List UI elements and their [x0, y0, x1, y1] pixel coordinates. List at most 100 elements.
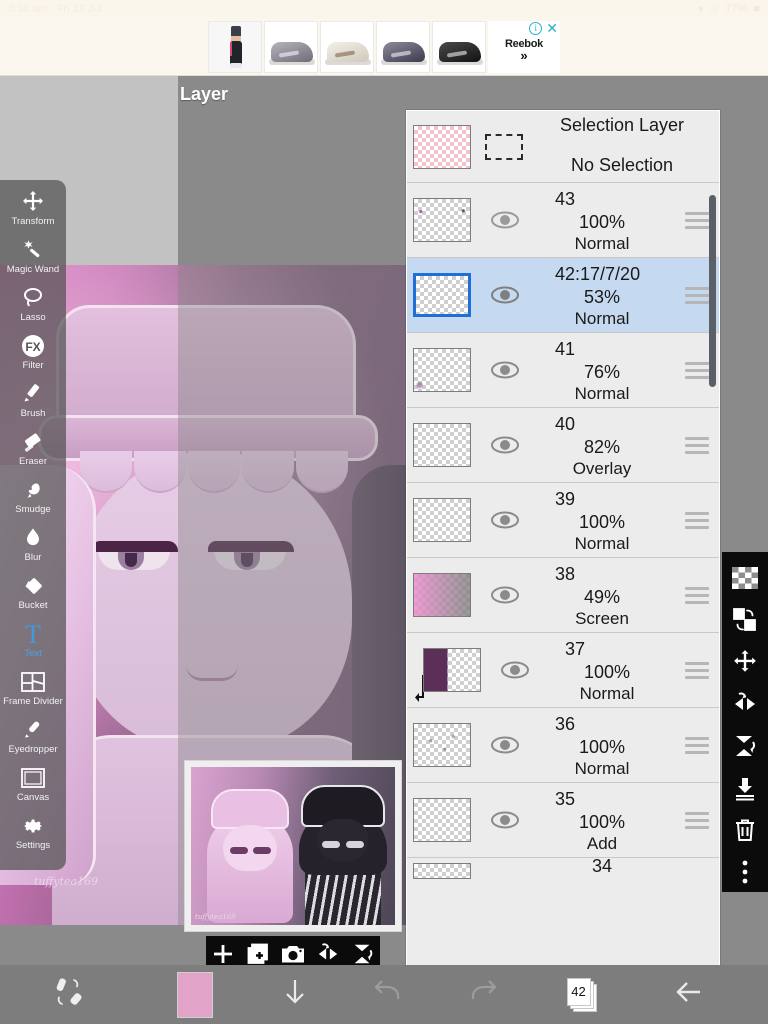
- redo-button[interactable]: [435, 965, 530, 1024]
- tool-filter[interactable]: FX Filter: [0, 330, 66, 378]
- tool-settings[interactable]: Settings: [0, 810, 66, 858]
- bottom-toolbar[interactable]: 42: [0, 965, 768, 1024]
- tool-smudge[interactable]: Smudge: [0, 474, 66, 522]
- ad-tile-shoe-cream[interactable]: [320, 20, 374, 73]
- layer-thumbnail[interactable]: [413, 198, 471, 242]
- table-row[interactable]: 36 100% Normal: [407, 708, 719, 783]
- tool-eyedropper[interactable]: Eyedropper: [0, 714, 66, 762]
- layer-visibility-toggle[interactable]: [483, 735, 527, 755]
- status-bar-right: ⏸ ☉ 77% ■: [698, 3, 760, 16]
- layer-thumbnail[interactable]: [413, 723, 471, 767]
- table-row[interactable]: 35 100% Add: [407, 783, 719, 858]
- canvas-icon: [20, 765, 46, 791]
- ad-tile-shoe-navy[interactable]: [376, 20, 430, 73]
- layer-thumbnail[interactable]: [413, 348, 471, 392]
- layer-opacity: 49%: [583, 587, 621, 607]
- layer-thumbnail[interactable]: [413, 863, 471, 879]
- eraser-icon: [21, 429, 45, 455]
- tool-magic-wand[interactable]: Magic Wand: [0, 234, 66, 282]
- swap-layers-icon[interactable]: [722, 600, 768, 640]
- layer-visibility-toggle[interactable]: [483, 435, 527, 455]
- layer-thumbnail[interactable]: [413, 798, 471, 842]
- layer-thumbnail[interactable]: [413, 273, 471, 317]
- layer-visibility-toggle[interactable]: [483, 810, 527, 830]
- ad-tile-model[interactable]: [208, 20, 262, 73]
- download-button[interactable]: [250, 965, 340, 1024]
- back-button[interactable]: [635, 965, 745, 1024]
- color-swatch-button[interactable]: [140, 965, 250, 1024]
- layer-visibility-toggle[interactable]: [483, 210, 527, 230]
- tool-brush[interactable]: Brush: [0, 378, 66, 426]
- table-row[interactable]: 34: [407, 856, 719, 884]
- ad-info-icon[interactable]: i: [529, 21, 543, 35]
- marquee-icon: [485, 133, 523, 160]
- table-row[interactable]: 42:17/7/20 53% Normal: [407, 258, 719, 333]
- layer-info: 37 100% Normal: [537, 633, 677, 707]
- layer-thumbnail[interactable]: [413, 573, 471, 617]
- page-count-button[interactable]: 42: [530, 965, 635, 1024]
- more-options-icon[interactable]: [722, 852, 768, 892]
- ad-banner[interactable]: i ✕ Reebok »: [0, 18, 768, 76]
- canvas-navigator-preview[interactable]: tuffytea169: [184, 760, 402, 932]
- selection-layer-thumbnail[interactable]: [413, 124, 471, 169]
- ad-controls[interactable]: i ✕: [529, 21, 558, 35]
- tool-transform[interactable]: Transform: [0, 186, 66, 234]
- canvas-watermark: tuffytea169: [34, 875, 98, 888]
- navigator-figure-pink: [205, 789, 297, 925]
- ad-tile-shoe-black[interactable]: [432, 20, 486, 73]
- tool-eraser[interactable]: Eraser: [0, 426, 66, 474]
- table-row[interactable]: 41 76% Normal: [407, 333, 719, 408]
- layer-info: 34: [527, 856, 677, 884]
- lasso-icon: [21, 285, 45, 311]
- layer-opacity: 100%: [578, 812, 626, 832]
- tool-lasso[interactable]: Lasso: [0, 282, 66, 330]
- flip-vertical-icon[interactable]: [722, 726, 768, 766]
- ad-tile-shoe-grey[interactable]: [264, 20, 318, 73]
- scrollbar-thumb[interactable]: [709, 195, 716, 387]
- brush-eraser-swap-button[interactable]: [0, 965, 140, 1024]
- layer-visibility-toggle[interactable]: [483, 585, 527, 605]
- layer-visibility-toggle[interactable]: [483, 360, 527, 380]
- tool-canvas[interactable]: Canvas: [0, 762, 66, 810]
- flip-horizontal-icon[interactable]: [722, 684, 768, 724]
- download-arrow-icon: [278, 975, 312, 1014]
- tool-label: Settings: [15, 840, 51, 851]
- layer-list-scrollbar[interactable]: [709, 115, 716, 915]
- merge-down-icon[interactable]: [722, 768, 768, 808]
- table-row[interactable]: 39 100% Normal: [407, 483, 719, 558]
- delete-layer-icon[interactable]: [722, 810, 768, 850]
- tool-sidebar[interactable]: Transform Magic Wand Lasso FX Filter Bru…: [0, 180, 66, 870]
- page-count-icon[interactable]: 42: [566, 977, 599, 1012]
- layer-thumbnail[interactable]: [423, 648, 481, 692]
- table-row[interactable]: 40 82% Overlay: [407, 408, 719, 483]
- layer-actions-toolbar[interactable]: [722, 552, 768, 892]
- move-layer-icon[interactable]: [722, 642, 768, 682]
- svg-text:FX: FX: [25, 340, 40, 354]
- ad-brand-panel[interactable]: i ✕ Reebok »: [488, 20, 560, 73]
- undo-button[interactable]: [340, 965, 435, 1024]
- layer-visibility-toggle[interactable]: [483, 510, 527, 530]
- ad-tiles[interactable]: i ✕ Reebok »: [208, 20, 560, 73]
- selection-layer-row[interactable]: Selection Layer No Selection: [407, 111, 719, 183]
- bucket-icon: [21, 573, 45, 599]
- tool-blur[interactable]: Blur: [0, 522, 66, 570]
- layer-visibility-toggle[interactable]: [493, 660, 537, 680]
- layer-list[interactable]: Selection Layer No Selection 43 100% Nor…: [407, 111, 719, 921]
- tool-text[interactable]: T Text: [0, 618, 66, 666]
- ad-close-icon[interactable]: ✕: [546, 21, 558, 35]
- layer-thumbnail[interactable]: [413, 498, 471, 542]
- layer-opacity: 76%: [583, 362, 621, 382]
- layer-panel[interactable]: Selection Layer No Selection 43 100% Nor…: [406, 110, 720, 968]
- tool-frame-divider[interactable]: Frame Divider: [0, 666, 66, 714]
- layer-info: 42:17/7/20 53% Normal: [527, 258, 677, 332]
- layer-visibility-toggle[interactable]: [483, 285, 527, 305]
- tool-bucket[interactable]: Bucket: [0, 570, 66, 618]
- transparency-checker-icon[interactable]: [722, 558, 768, 598]
- table-row[interactable]: 37 100% Normal: [407, 633, 719, 708]
- tool-label: Transform: [11, 216, 55, 227]
- table-row[interactable]: 38 49% Screen: [407, 558, 719, 633]
- battery-icon: ■: [753, 3, 760, 15]
- color-swatch[interactable]: [177, 971, 213, 1018]
- table-row[interactable]: 43 100% Normal: [407, 183, 719, 258]
- layer-thumbnail[interactable]: [413, 423, 471, 467]
